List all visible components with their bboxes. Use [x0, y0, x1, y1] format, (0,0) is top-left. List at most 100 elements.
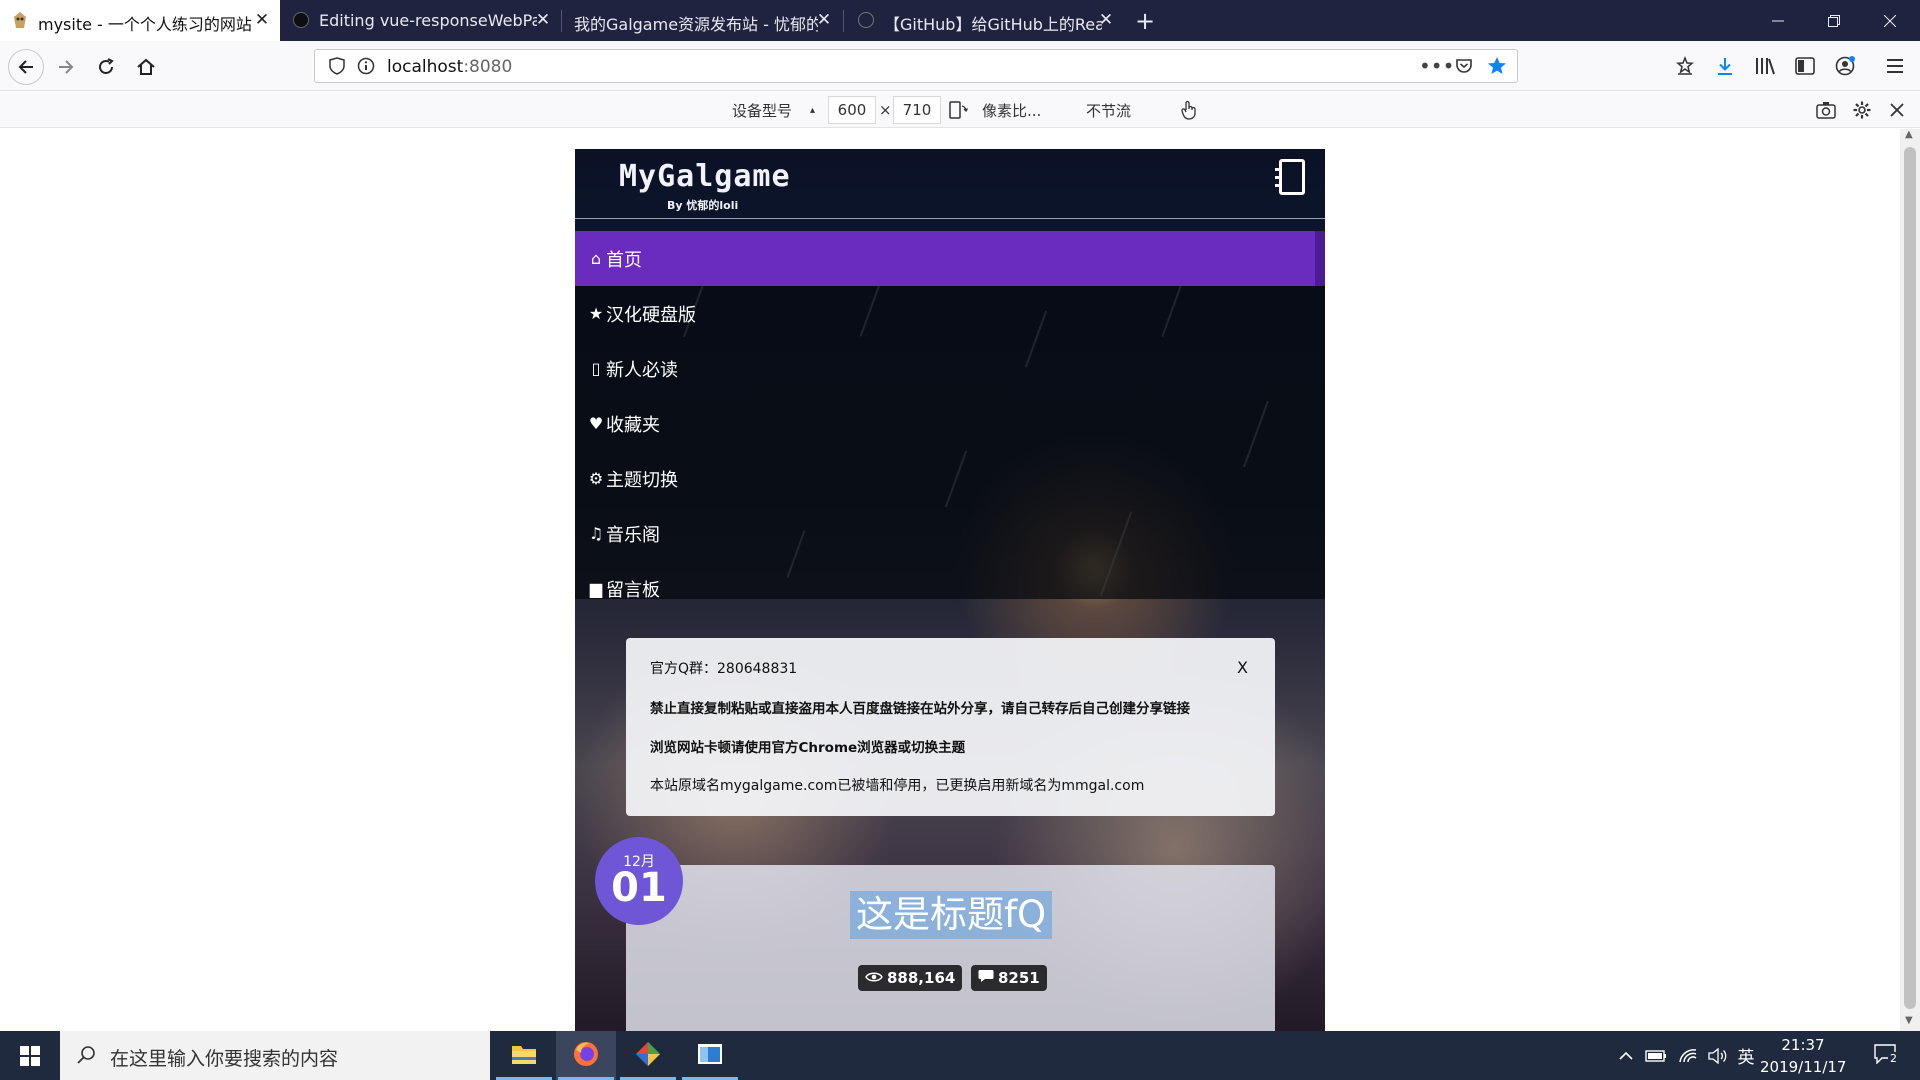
- notice-close-button[interactable]: X: [1237, 658, 1248, 677]
- tab-close-icon[interactable]: ✕: [254, 11, 270, 29]
- site-info-icon[interactable]: [357, 57, 375, 79]
- taskbar-git-app[interactable]: [618, 1031, 678, 1080]
- site-logo[interactable]: MyGalgame: [619, 159, 791, 194]
- collections-star-icon[interactable]: [1668, 49, 1702, 83]
- post-comments-count: 8251: [998, 969, 1040, 987]
- search-icon: [76, 1045, 96, 1069]
- input-method-indicator[interactable]: 英: [1734, 1031, 1758, 1080]
- tab-title: mysite - 一个个人练习的网站: [38, 15, 252, 34]
- bookmark-star-icon[interactable]: [1487, 56, 1507, 80]
- tab-github[interactable]: 【GitHub】给GitHub上的Rea ✕: [844, 0, 1124, 41]
- post-card[interactable]: 这是标题fQ 888,164 8251: [626, 865, 1275, 1031]
- clock-date: 2019/11/17: [1760, 1058, 1847, 1076]
- scroll-up-icon[interactable]: ▲: [1905, 129, 1913, 140]
- device-selector-label: 设备型号: [732, 101, 793, 120]
- new-tab-button[interactable]: +: [1120, 0, 1170, 41]
- pixel-ratio-label: 像素比...: [982, 101, 1042, 120]
- menu-item-music[interactable]: ♫ 音乐阁: [575, 506, 1325, 561]
- tab-close-icon[interactable]: ✕: [535, 11, 551, 29]
- close-window-button[interactable]: [1862, 0, 1918, 41]
- home-icon: ⌂: [590, 249, 602, 268]
- navigation-toolbar: localhost:8080 •••: [0, 41, 1920, 91]
- notification-icon: 2: [1874, 1043, 1899, 1068]
- post-views-count: 888,164: [887, 969, 956, 987]
- taskbar-file-explorer[interactable]: [494, 1031, 554, 1080]
- account-icon[interactable]: [1828, 49, 1862, 83]
- pocket-icon[interactable]: [1455, 57, 1473, 79]
- tab-galgame[interactable]: 我的Galgame资源发布站 - 忧郁的l ✕: [562, 0, 842, 41]
- menu-item-label: 音乐阁: [606, 524, 660, 546]
- tab-editing[interactable]: Editing vue-responseWebPa ✕: [281, 0, 561, 41]
- viewport-height-input[interactable]: 710: [893, 96, 941, 124]
- notification-count: 2: [1888, 1051, 1899, 1065]
- home-button[interactable]: [128, 49, 164, 85]
- action-center-button[interactable]: 2: [1860, 1031, 1910, 1080]
- viewport-width-input[interactable]: 600: [828, 96, 876, 124]
- star-icon: ★: [588, 304, 604, 323]
- throttling-selector[interactable]: 不节流: [1086, 99, 1170, 121]
- tab-title: Editing vue-responseWebPa: [319, 11, 537, 30]
- device-selector[interactable]: 设备型号 ▴: [732, 99, 822, 121]
- notebook-menu-icon[interactable]: [1275, 159, 1305, 195]
- pixel-ratio-selector[interactable]: 像素比...: [982, 99, 1052, 121]
- menu-item-home[interactable]: ⌂ 首页: [575, 231, 1325, 286]
- responsive-design-toolbar: 设备型号 ▴ 600 × 710 像素比... 不节流: [0, 92, 1920, 128]
- menu-item-theme-switch[interactable]: ⚙ 主题切换: [575, 451, 1325, 506]
- menu-item-hdd-version[interactable]: ★ 汉化硬盘版: [575, 286, 1325, 341]
- volume-icon[interactable]: [1704, 1031, 1732, 1080]
- music-icon: ♫: [588, 524, 604, 543]
- site-logo-subtitle: By 忧郁的loli: [667, 199, 739, 212]
- page-actions-icon[interactable]: •••: [1419, 54, 1454, 78]
- menu-item-label: 首页: [606, 249, 642, 271]
- address-bar[interactable]: localhost:8080 •••: [314, 49, 1518, 83]
- tab-close-icon[interactable]: ✕: [1098, 11, 1114, 29]
- taskbar-app-window[interactable]: [680, 1031, 740, 1080]
- taskbar-firefox[interactable]: [556, 1031, 616, 1080]
- tab-title: 【GitHub】给GitHub上的Rea: [884, 15, 1102, 34]
- minimize-button[interactable]: [1750, 0, 1806, 41]
- reload-button[interactable]: [88, 49, 124, 85]
- site-favicon-icon: [12, 11, 28, 29]
- browser-tab-strip: mysite - 一个个人练习的网站 ✕ Editing vue-respons…: [0, 0, 1920, 41]
- arrow-left-icon: [18, 60, 33, 74]
- menu-item-label: 新人必读: [606, 359, 678, 381]
- arrow-right-icon: [59, 60, 74, 74]
- gears-icon: ⚙: [588, 469, 604, 488]
- post-title[interactable]: 这是标题fQ: [850, 891, 1053, 939]
- touch-simulation-icon[interactable]: [1180, 99, 1198, 121]
- settings-gear-icon[interactable]: [1852, 99, 1872, 121]
- page-scrollbar[interactable]: ▲ ▼: [1900, 129, 1920, 1031]
- back-button[interactable]: [8, 49, 44, 85]
- forward-button[interactable]: [48, 49, 84, 85]
- post-views-badge: 888,164: [858, 965, 963, 991]
- app-window-icon: [697, 1043, 723, 1069]
- tab-mysite[interactable]: mysite - 一个个人练习的网站 ✕: [0, 0, 280, 41]
- tray-chevron-icon[interactable]: [1614, 1031, 1638, 1080]
- clock-time: 21:37: [1781, 1036, 1825, 1054]
- start-button[interactable]: [0, 1031, 60, 1080]
- git-diamond-icon: [635, 1041, 661, 1071]
- url-port: :8080: [463, 57, 513, 77]
- notice-domain-change: 本站原域名mygalgame.com已被墙和停用，已更换启用新域名为mmgal.…: [650, 778, 1145, 794]
- taskbar-clock[interactable]: 21:37 2019/11/17: [1760, 1034, 1846, 1078]
- menu-item-favorites[interactable]: ♥ 收藏夹: [575, 396, 1325, 451]
- library-icon[interactable]: [1748, 49, 1782, 83]
- menu-item-label: 汉化硬盘版: [606, 304, 696, 326]
- menu-item-message-board[interactable]: ▆ 留言板: [575, 561, 1325, 616]
- scroll-down-icon[interactable]: ▼: [1905, 1015, 1913, 1026]
- tab-close-icon[interactable]: ✕: [816, 11, 832, 29]
- menu-item-label: 主题切换: [606, 469, 678, 491]
- taskbar-search-box[interactable]: 在这里输入你要搜索的内容: [60, 1031, 490, 1080]
- rotate-viewport-icon[interactable]: [948, 99, 968, 121]
- windows-taskbar: 在这里输入你要搜索的内容 英 21:37 2019/11/17 2: [0, 1031, 1920, 1080]
- menu-item-newcomer-guide[interactable]: ▯ 新人必读: [575, 341, 1325, 396]
- restore-button[interactable]: [1806, 0, 1862, 41]
- wifi-icon[interactable]: [1674, 1031, 1702, 1080]
- hamburger-menu-icon[interactable]: [1878, 49, 1912, 83]
- close-rdm-icon[interactable]: [1890, 99, 1904, 121]
- battery-icon[interactable]: [1642, 1031, 1670, 1080]
- downloads-icon[interactable]: [1708, 49, 1742, 83]
- scrollbar-thumb[interactable]: [1904, 147, 1916, 1009]
- screenshot-icon[interactable]: [1816, 99, 1836, 121]
- sidebar-icon[interactable]: [1788, 49, 1822, 83]
